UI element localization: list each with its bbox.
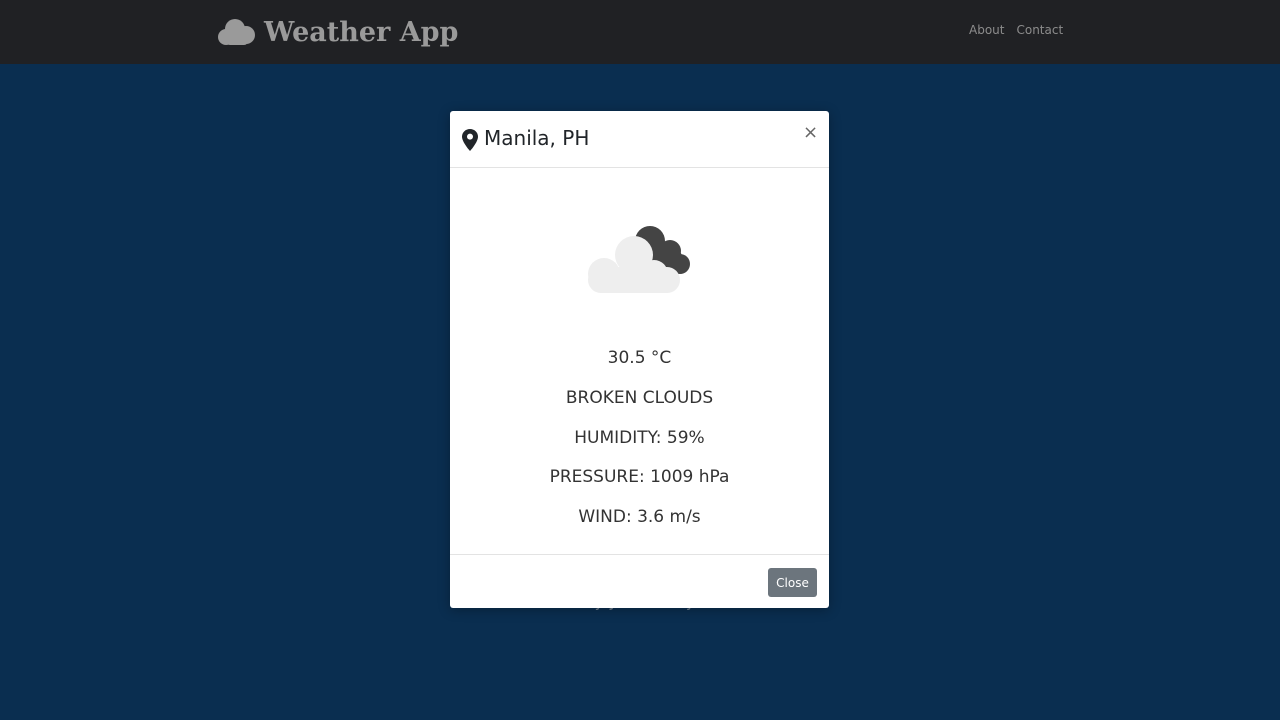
nav-link-about[interactable]: About: [969, 23, 1004, 37]
weather-description: BROKEN CLOUDS: [565, 388, 714, 408]
nav-links: About Contact: [969, 23, 1063, 37]
close-button[interactable]: Close: [768, 568, 817, 597]
temperature-text: 30.5 °C: [607, 348, 672, 368]
wind-text: WIND: 3.6 m/s: [578, 507, 701, 527]
nav-link-contact[interactable]: Contact: [1016, 23, 1063, 37]
modal-header: Manila, PH ×: [450, 111, 829, 168]
humidity-text: HUMIDITY: 59%: [574, 428, 705, 448]
close-icon[interactable]: ×: [803, 123, 818, 143]
broken-clouds-icon: [588, 226, 690, 293]
map-pin-icon: [462, 129, 478, 151]
brand[interactable]: Weather App: [216, 10, 458, 54]
pressure-text: PRESSURE: 1009 hPa: [549, 467, 730, 487]
modal-footer: Close: [450, 554, 829, 609]
modal-title: Manila, PH: [484, 126, 590, 150]
weather-modal: Manila, PH × 30.5 °C BROKEN CLOUDS HUMID…: [450, 111, 829, 608]
navbar: Weather App About Contact: [0, 0, 1280, 64]
brand-title: Weather App: [264, 16, 459, 48]
cloud-icon: [218, 19, 255, 45]
